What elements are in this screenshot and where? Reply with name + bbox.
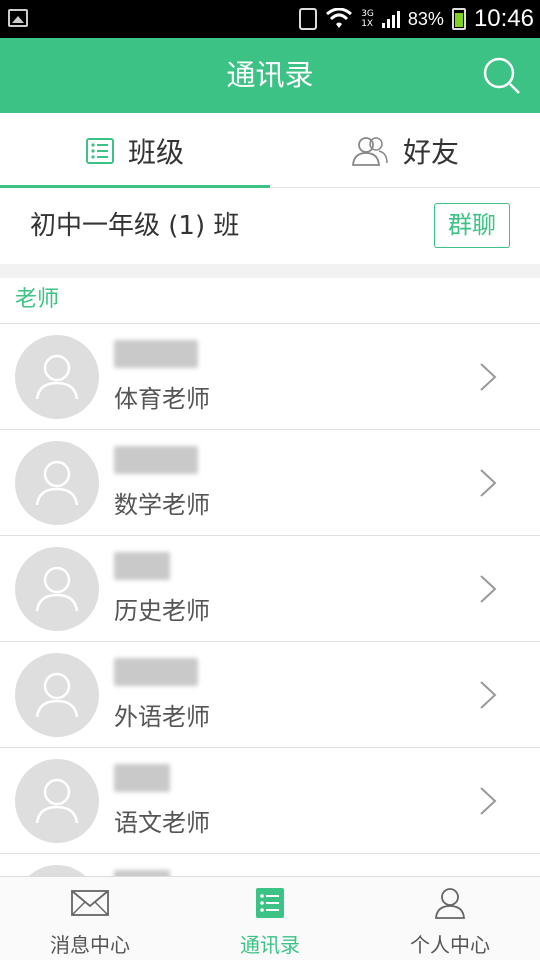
person-icon <box>435 888 465 919</box>
chevron-right-icon <box>480 575 497 603</box>
section-title: 老师 <box>15 287 60 312</box>
contact-list: 体育老师 数学老师 历史老师 外语老师 语文老师 <box>0 324 540 894</box>
friends-icon <box>352 136 388 166</box>
avatar <box>15 335 99 419</box>
avatar <box>15 441 99 525</box>
vibrate-icon <box>299 8 318 30</box>
class-row: 初中一年级 (1) 班 群聊 <box>0 188 540 264</box>
contact-role: 数学老师 <box>114 491 210 519</box>
chevron-right-icon <box>480 681 497 709</box>
bottom-nav: 消息中心 通讯录 个人中心 <box>0 876 540 960</box>
section-header: 老师 <box>0 278 540 324</box>
contact-role: 语文老师 <box>114 809 210 837</box>
nav-contacts-label: 通讯录 <box>240 933 300 957</box>
mail-icon <box>71 890 109 916</box>
contact-role: 体育老师 <box>114 385 210 413</box>
page-title: 通讯录 <box>226 58 314 92</box>
battery-percent: 83% <box>407 8 444 29</box>
contacts-list-icon <box>256 888 284 918</box>
contact-item[interactable]: 外语老师 <box>0 642 540 748</box>
battery-icon <box>451 8 466 30</box>
section-divider <box>0 264 540 278</box>
tab-friends[interactable]: 好友 <box>270 113 540 188</box>
nav-messages-label: 消息中心 <box>50 933 130 957</box>
contact-item[interactable]: 语文老师 <box>0 748 540 854</box>
avatar <box>15 547 99 631</box>
tab-class[interactable]: 班级 <box>0 113 270 188</box>
clock: 10:46 <box>473 5 534 32</box>
app-header: 通讯录 <box>0 38 540 113</box>
tab-class-label: 班级 <box>127 135 184 169</box>
search-icon[interactable] <box>482 56 522 96</box>
contact-name-redacted <box>114 446 198 474</box>
nav-messages[interactable]: 消息中心 <box>0 877 180 960</box>
contact-name-redacted <box>114 658 198 686</box>
tab-friends-label: 好友 <box>402 135 459 169</box>
contact-item[interactable]: 体育老师 <box>0 324 540 430</box>
contact-item[interactable]: 历史老师 <box>0 536 540 642</box>
contact-name-redacted <box>114 764 170 792</box>
contact-item[interactable]: 数学老师 <box>0 430 540 536</box>
avatar <box>15 653 99 737</box>
chevron-right-icon <box>480 363 497 391</box>
tab-bar: 班级 好友 <box>0 113 540 188</box>
chevron-right-icon <box>480 787 497 815</box>
status-indicators: 3G 1X 83% 10:46 <box>299 0 534 38</box>
nav-profile-label: 个人中心 <box>410 933 490 957</box>
contact-name-redacted <box>114 340 198 368</box>
gallery-icon <box>8 9 28 27</box>
nav-profile[interactable]: 个人中心 <box>360 877 540 960</box>
list-icon <box>85 137 114 164</box>
status-bar: 3G 1X 83% 10:46 <box>0 0 540 38</box>
wifi-icon <box>326 8 353 28</box>
signal-icon <box>381 10 400 28</box>
chevron-right-icon <box>480 469 497 497</box>
contact-name-redacted <box>114 552 170 580</box>
nav-contacts[interactable]: 通讯录 <box>180 877 360 960</box>
contact-role: 外语老师 <box>114 703 210 731</box>
network-type: 3G 1X <box>361 9 374 29</box>
contact-role: 历史老师 <box>114 597 210 625</box>
class-name: 初中一年级 (1) 班 <box>30 211 240 241</box>
avatar <box>15 759 99 843</box>
group-chat-button[interactable]: 群聊 <box>434 203 510 248</box>
